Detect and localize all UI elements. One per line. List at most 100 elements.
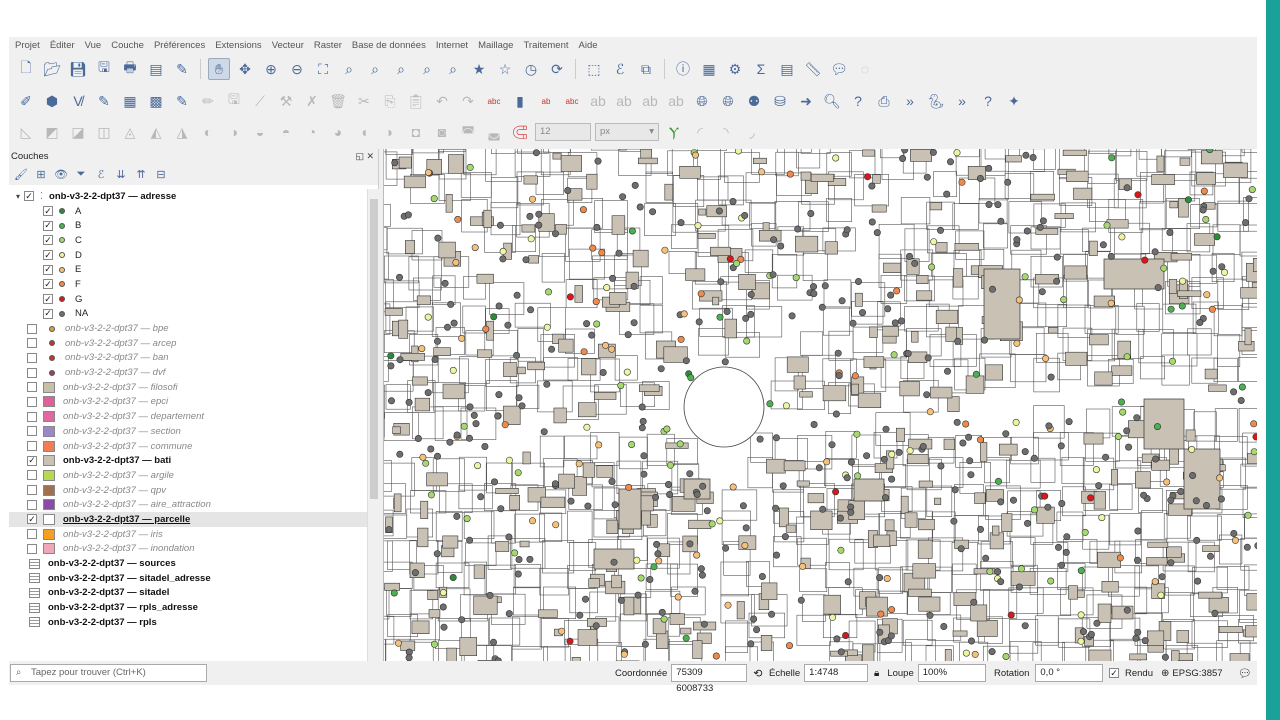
table-row[interactable]: onb-v3-2-2-dpt37 — sitadel_adresse <box>9 571 367 586</box>
more-icon[interactable]: » <box>899 90 921 112</box>
metasearch-icon[interactable]: 🌐︎ <box>717 90 739 112</box>
zoom-to-selection-icon[interactable]: ⌕ <box>338 58 360 80</box>
table-row[interactable]: onb-v3-2-2-dpt37 — rpls <box>9 615 367 630</box>
layer-checkbox[interactable] <box>27 485 37 496</box>
layer-checkbox[interactable] <box>27 338 37 349</box>
adv-digitize-icon[interactable]: ◒ <box>249 121 271 143</box>
python-icon[interactable]: 🐍︎ <box>925 90 947 112</box>
messages-icon[interactable]: 💬︎ <box>1238 667 1252 680</box>
adv-digitize-icon[interactable]: ◚ <box>457 121 479 143</box>
menu-item-7[interactable]: Raster <box>314 40 342 51</box>
legend-class-B[interactable]: ✓ B <box>9 218 367 233</box>
adv-digitize-icon[interactable]: ◞ <box>741 121 763 143</box>
toggle-edit-icon[interactable]: ✎ <box>171 90 193 112</box>
new-bookmark-icon[interactable]: ★ <box>468 58 490 80</box>
adv-digitize-icon[interactable]: ◺ <box>15 121 37 143</box>
arrow-icon[interactable]: ➜ <box>795 90 817 112</box>
layer-checkbox[interactable] <box>27 499 37 510</box>
menu-item-4[interactable]: Préférences <box>154 40 205 51</box>
open-project-icon[interactable]: 📂︎ <box>41 58 63 80</box>
adv-digitize-icon[interactable]: ◫ <box>93 121 115 143</box>
layer-checkbox[interactable]: ✓ <box>24 191 34 202</box>
class-checkbox[interactable]: ✓ <box>43 279 53 290</box>
layer-checkbox[interactable]: ✓ <box>27 455 37 466</box>
measure-icon[interactable]: 📏︎ <box>802 58 824 80</box>
menu-item-2[interactable]: Vue <box>85 40 102 51</box>
select-features-icon[interactable]: ⬚ <box>583 58 605 80</box>
zoom-in-icon[interactable]: ⊕ <box>260 58 282 80</box>
print-layout-icon[interactable]: 🖶 <box>119 58 141 80</box>
table-row[interactable]: onb-v3-2-2-dpt37 — sources <box>9 556 367 571</box>
legend-class-D[interactable]: ✓ D <box>9 248 367 263</box>
legend-class-G[interactable]: ✓ G <box>9 292 367 307</box>
label-show-icon[interactable]: abc <box>561 90 583 112</box>
adv-digitize-icon[interactable]: ◓ <box>275 121 297 143</box>
adv-digitize-icon[interactable]: ◬ <box>119 121 141 143</box>
menu-item-6[interactable]: Vecteur <box>272 40 304 51</box>
class-checkbox[interactable]: ✓ <box>43 235 53 246</box>
annotation-icon[interactable]: 💬︎ <box>828 58 850 80</box>
class-checkbox[interactable]: ✓ <box>43 220 53 231</box>
style-manager-icon[interactable]: ✎ <box>171 58 193 80</box>
zoom-last-icon[interactable]: ⌕ <box>416 58 438 80</box>
label-highlight-icon[interactable]: ab <box>665 90 687 112</box>
label-rotate-icon[interactable]: ab <box>613 90 635 112</box>
filter-expression-icon[interactable]: ℰ <box>93 166 109 182</box>
help-query-icon[interactable]: ? <box>847 90 869 112</box>
help-icon[interactable]: ? <box>977 90 999 112</box>
locator-search-input[interactable]: ⌕ Tapez pour trouver (Ctrl+K) <box>10 664 207 682</box>
trace-icon[interactable]: Ⲩ <box>663 121 685 143</box>
layer-checkbox[interactable] <box>27 470 37 481</box>
add-wms-icon[interactable]: ▩ <box>145 90 167 112</box>
adv-digitize-icon[interactable]: ◪ <box>67 121 89 143</box>
layer-row[interactable]: onb-v3-2-2-dpt37 — bpe <box>9 321 367 336</box>
lock-scale-icon[interactable]: 🔒︎ <box>874 668 879 679</box>
class-checkbox[interactable]: ✓ <box>43 250 53 261</box>
toggle-extents-icon[interactable]: ⟲ <box>753 667 762 680</box>
menu-item-8[interactable]: Base de données <box>352 40 426 51</box>
layer-checkbox[interactable] <box>27 323 37 334</box>
label-change-icon[interactable]: ab <box>639 90 661 112</box>
scrollbar-thumb[interactable] <box>370 199 378 499</box>
save-edits-icon[interactable]: 🖫 <box>223 90 245 112</box>
redo-icon[interactable]: ↷ <box>457 90 479 112</box>
add-group-icon[interactable]: ⊞ <box>33 166 49 182</box>
paste-icon[interactable]: 📋︎ <box>405 90 427 112</box>
adv-digitize-icon[interactable]: ◝ <box>715 121 737 143</box>
table-row[interactable]: onb-v3-2-2-dpt37 — rpls_adresse <box>9 600 367 615</box>
crs-button[interactable]: EPSG:3857 <box>1172 668 1222 679</box>
menu-item-5[interactable]: Extensions <box>215 40 261 51</box>
layer-row[interactable]: onb-v3-2-2-dpt37 — argile <box>9 468 367 483</box>
layer-row[interactable]: onb-v3-2-2-dpt37 — dvf <box>9 365 367 380</box>
zoom-full-icon[interactable]: ⛶ <box>312 58 334 80</box>
layer-row[interactable]: onb-v3-2-2-dpt37 — qpv <box>9 483 367 498</box>
map-tips-icon[interactable]: ◌ <box>854 58 876 80</box>
layer-row[interactable]: onb-v3-2-2-dpt37 — filosofi <box>9 380 367 395</box>
digitize-icon[interactable]: ✐ <box>15 90 37 112</box>
diagram-icon[interactable]: ▮ <box>509 90 531 112</box>
map-render[interactable] <box>384 149 1257 661</box>
expand-all-icon[interactable]: ⇊ <box>113 166 129 182</box>
zoom-next-icon[interactable]: ⌕ <box>442 58 464 80</box>
adv-digitize-icon[interactable]: ◔ <box>301 121 323 143</box>
class-checkbox[interactable]: ✓ <box>43 264 53 275</box>
menu-item-9[interactable]: Internet <box>436 40 468 51</box>
zoom-to-layer-icon[interactable]: ⌕ <box>364 58 386 80</box>
legend-class-E[interactable]: ✓ E <box>9 262 367 277</box>
save-project-icon[interactable]: 💾︎ <box>67 58 89 80</box>
render-checkbox[interactable]: ✓ <box>1109 668 1119 678</box>
remove-layer-icon[interactable]: ⊟ <box>153 166 169 182</box>
layer-checkbox[interactable] <box>27 382 37 393</box>
adv-digitize-icon[interactable]: ◩ <box>41 121 63 143</box>
coordinate-field[interactable]: 75309 6008733 <box>671 664 748 694</box>
delete-icon[interactable]: 🗑︎ <box>327 90 349 112</box>
new-project-icon[interactable]: 🗋 <box>15 58 37 80</box>
refresh-icon[interactable]: ⟳ <box>546 58 568 80</box>
collapse-all-icon[interactable]: ⇈ <box>133 166 149 182</box>
layer-row[interactable]: onb-v3-2-2-dpt37 — section <box>9 424 367 439</box>
cut-icon[interactable]: ✂ <box>353 90 375 112</box>
menu-item-11[interactable]: Traitement <box>523 40 568 51</box>
class-checkbox[interactable]: ✓ <box>43 294 53 305</box>
modify-attributes-icon[interactable]: ✗ <box>301 90 323 112</box>
layer-row[interactable]: onb-v3-2-2-dpt37 — aire_attraction <box>9 497 367 512</box>
